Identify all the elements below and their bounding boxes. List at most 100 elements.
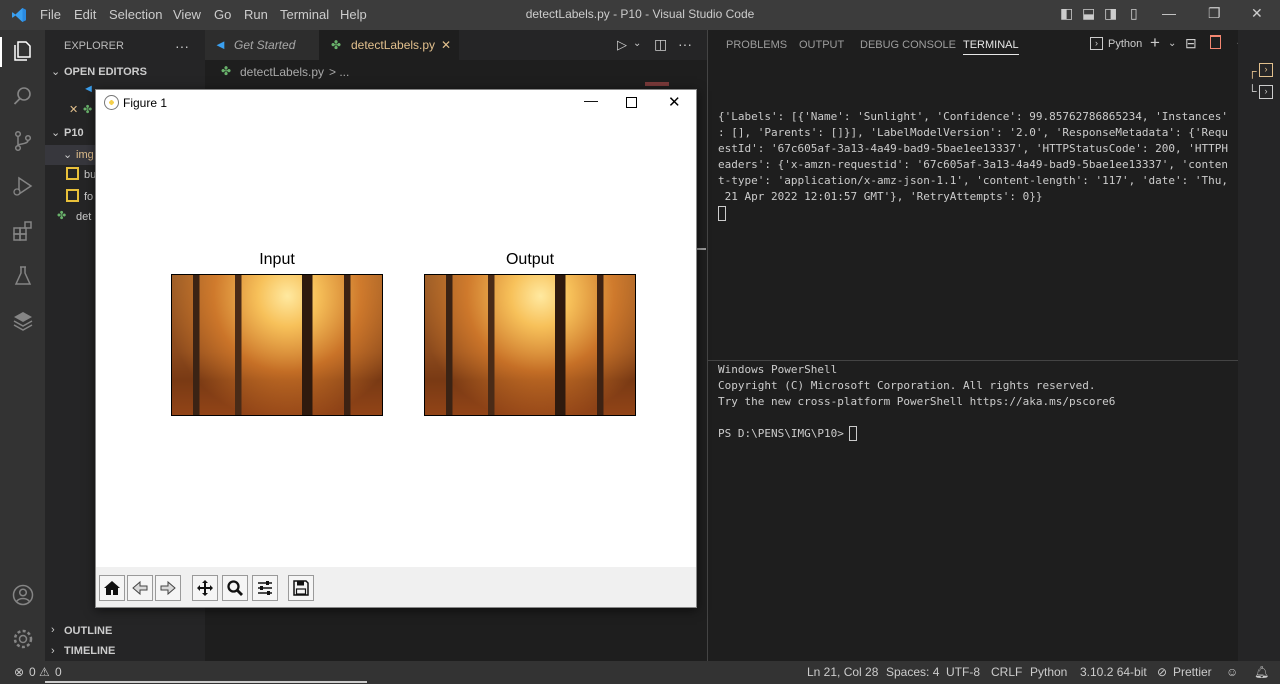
chevron-down-icon[interactable]: ⌄ — [51, 65, 60, 78]
accounts-icon[interactable] — [10, 582, 35, 607]
notifications-bell-icon[interactable]: 🔔︎ — [1254, 665, 1269, 679]
activity-bar — [0, 30, 45, 661]
tab-output[interactable]: OUTPUT — [799, 39, 844, 51]
run-dropdown-chevron-icon[interactable]: ⌄ — [633, 38, 641, 49]
tab-detectlabels[interactable]: ✤ detectLabels.py ✕ — [319, 30, 459, 61]
search-icon[interactable] — [10, 83, 35, 108]
save-figure-icon[interactable] — [288, 575, 314, 601]
language-mode[interactable]: Python — [1030, 665, 1067, 679]
folder-header[interactable]: P10 — [64, 127, 84, 139]
more-actions-icon[interactable]: ··· — [678, 36, 692, 52]
forward-arrow-icon[interactable] — [155, 575, 181, 601]
tab-label: detectLabels.py — [351, 38, 436, 52]
timeline-header[interactable]: TIMELINE — [64, 645, 115, 657]
figure-title-bar[interactable]: Figure 1 — ✕ — [96, 90, 696, 116]
prettier-icon[interactable]: ⊘ — [1157, 665, 1167, 679]
restore-window-icon[interactable]: ❐ — [1208, 5, 1221, 22]
bottom-panel: PROBLEMS OUTPUT DEBUG CONSOLE TERMINAL ›… — [707, 30, 1242, 661]
encoding[interactable]: UTF-8 — [946, 665, 980, 679]
layers-icon[interactable] — [10, 308, 35, 333]
customize-layout-icon[interactable]: ▯ — [1130, 5, 1138, 22]
trash-icon[interactable] — [1210, 35, 1221, 49]
powershell-prompt[interactable]: PS D:\PENS\IMG\P10> — [718, 426, 850, 442]
split-editor-icon[interactable]: ◫ — [654, 36, 667, 53]
error-count[interactable]: 0 — [29, 665, 36, 679]
zoom-magnifier-icon[interactable] — [222, 575, 248, 601]
title-bar: File Edit Selection View Go Run Terminal… — [0, 0, 1280, 30]
cursor-position[interactable]: Ln 21, Col 28 — [807, 665, 878, 679]
settings-gear-icon[interactable] — [10, 626, 35, 651]
open-editors-header[interactable]: OPEN EDITORS — [64, 66, 147, 78]
close-editor-icon[interactable]: ✕ — [69, 103, 78, 116]
source-control-icon[interactable] — [10, 128, 35, 153]
split-terminal-icon[interactable]: ⊟ — [1185, 35, 1197, 52]
explorer-item-det[interactable]: det — [76, 211, 91, 223]
home-icon[interactable] — [99, 575, 125, 601]
terminal-split-divider[interactable] — [708, 360, 1239, 361]
tab-get-started[interactable]: ◄ Get Started — [205, 30, 319, 60]
python-output-line: : [], 'Parents': []}], 'LabelModelVersio… — [718, 126, 1228, 139]
back-arrow-icon[interactable] — [127, 575, 153, 601]
terminal-powershell-icon[interactable]: › — [1259, 85, 1273, 99]
tab-problems[interactable]: PROBLEMS — [726, 39, 787, 51]
explorer-more-icon[interactable]: ··· — [175, 38, 189, 54]
run-debug-icon[interactable] — [10, 173, 35, 198]
warning-count[interactable]: 0 — [55, 665, 62, 679]
tab-debug-console[interactable]: DEBUG CONSOLE — [860, 39, 956, 51]
editor-tabs: ◄ Get Started ✤ detectLabels.py ✕ ▷ ⌄ ◫ … — [205, 30, 707, 61]
extensions-icon[interactable] — [10, 218, 35, 243]
tab-label: Get Started — [234, 38, 296, 52]
status-progress-line — [45, 681, 367, 683]
prettier-status[interactable]: Prettier — [1173, 665, 1212, 679]
explorer-item-img[interactable]: img — [76, 149, 94, 161]
chevron-right-icon[interactable]: › — [51, 645, 55, 657]
python-output-line: eaders': {'x-amzn-requestid': '67c605af-… — [718, 158, 1228, 171]
figure-window[interactable]: Figure 1 — ✕ Input Output — [95, 89, 697, 608]
chevron-down-icon: ⌄ — [63, 149, 73, 161]
explorer-item-fo[interactable]: fo — [84, 191, 93, 203]
python-file-icon: ✤ — [331, 38, 342, 52]
terminal-group-icon[interactable]: └ — [1248, 84, 1257, 98]
chevron-down-icon[interactable]: ⌄ — [51, 126, 60, 139]
toggle-panel-icon[interactable]: ⬓ — [1082, 5, 1095, 22]
line-endings[interactable]: CRLF — [991, 665, 1022, 679]
chevron-right-icon[interactable]: › — [51, 624, 55, 636]
tab-terminal[interactable]: TERMINAL — [963, 39, 1019, 55]
terminal-group-icon[interactable]: ┌ — [1248, 64, 1257, 78]
error-icon[interactable]: ⊗ — [14, 665, 24, 679]
minimize-icon[interactable]: — — [584, 92, 598, 108]
outline-header[interactable]: OUTLINE — [64, 625, 112, 637]
powershell-line: Windows PowerShell — [718, 363, 838, 376]
python-output-line: {'Labels': [{'Name': 'Sunlight', 'Confid… — [718, 110, 1228, 123]
toggle-secondary-sidebar-icon[interactable]: ◨ — [1104, 5, 1117, 22]
minimize-window-icon[interactable]: — — [1162, 5, 1176, 21]
vscode-logo-icon: ◄ — [214, 37, 227, 52]
navigation-toolbar — [96, 567, 696, 607]
testing-icon[interactable] — [10, 263, 35, 288]
maximize-icon[interactable] — [626, 97, 637, 108]
explorer-icon[interactable] — [10, 38, 35, 63]
pan-move-icon[interactable] — [192, 575, 218, 601]
new-terminal-icon[interactable]: + — [1150, 33, 1160, 53]
axes-title-output: Output — [505, 251, 555, 268]
terminal-name[interactable]: Python — [1108, 38, 1142, 50]
powershell-line: Copyright (C) Microsoft Corporation. All… — [718, 379, 1096, 392]
terminal-cursor — [718, 206, 726, 221]
python-output-line: estId': '67c605af-3a13-4a49-bad9-5bae1ee… — [718, 142, 1228, 155]
breadcrumb-rest[interactable]: > ... — [329, 65, 349, 79]
configure-subplots-icon[interactable] — [252, 575, 278, 601]
toggle-sidebar-icon[interactable]: ◧ — [1060, 5, 1073, 22]
run-file-icon[interactable]: ▷ — [617, 37, 627, 53]
chevron-down-icon[interactable]: ⌄ — [1168, 38, 1176, 49]
close-icon[interactable]: ✕ — [668, 93, 681, 111]
python-interpreter[interactable]: 3.10.2 64-bit — [1080, 665, 1147, 679]
terminal-python-icon[interactable]: › — [1259, 63, 1273, 77]
feedback-icon[interactable]: ☺ — [1226, 665, 1238, 679]
python-file-icon: ✤ — [57, 210, 67, 222]
close-tab-icon[interactable]: ✕ — [441, 30, 451, 60]
image-file-icon — [66, 167, 79, 180]
breadcrumb-file[interactable]: detectLabels.py — [240, 65, 324, 79]
close-window-icon[interactable]: ✕ — [1251, 5, 1263, 22]
indentation[interactable]: Spaces: 4 — [886, 665, 939, 679]
warning-icon[interactable]: ⚠ — [39, 665, 50, 679]
